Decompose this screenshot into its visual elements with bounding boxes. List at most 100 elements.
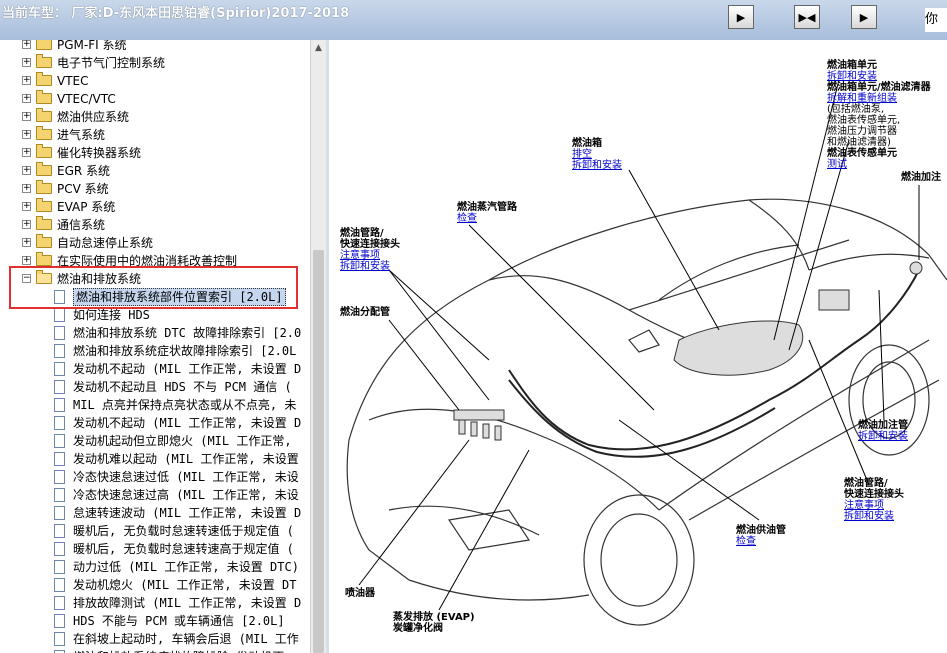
tree-folder-label: 进气系统	[57, 128, 106, 142]
expand-icon[interactable]: +	[22, 94, 31, 103]
scrollbar-thumb[interactable]	[313, 250, 324, 653]
link-inspect[interactable]: 检查	[736, 536, 786, 547]
expand-icon[interactable]: +	[22, 76, 31, 85]
tree-folder-row[interactable]: + PGM-FI 系统	[0, 40, 310, 54]
expand-icon[interactable]: +	[22, 112, 31, 121]
document-icon	[54, 344, 65, 358]
toolbar-collapse-button[interactable]: ▶◀	[794, 5, 820, 29]
link-notes[interactable]: 注意事项	[844, 500, 904, 511]
tree-folder-row[interactable]: + VTEC/VTC	[0, 90, 310, 108]
link-remove-install[interactable]: 拆卸和安装	[572, 160, 622, 171]
expand-icon[interactable]: +	[22, 148, 31, 157]
tree-folder-row[interactable]: + EVAP 系统	[0, 198, 310, 216]
tree-folder-row[interactable]: + 电子节气门控制系统	[0, 54, 310, 72]
expand-icon[interactable]: +	[22, 220, 31, 229]
link-drain[interactable]: 排空	[572, 149, 622, 160]
tree-folder-row[interactable]: + VTEC	[0, 72, 310, 90]
callout-title: 燃油箱单元/燃油滤清器	[827, 82, 931, 93]
tree-doc-row[interactable]: MIL 点亮并保持点亮状态或从不点亮, 未	[0, 396, 310, 414]
callout-title: 燃油管路/	[340, 228, 384, 239]
link-disassemble[interactable]: 拆解和重新组装	[827, 93, 931, 104]
callout-fuel-line-left: 燃油管路/ 快速连接接头 注意事项 拆卸和安装	[340, 228, 400, 272]
tree-doc-row[interactable]: 怠速转速波动 (MIL 工作正常, 未设置 D	[0, 504, 310, 522]
expand-icon[interactable]: +	[22, 202, 31, 211]
link-remove-install[interactable]: 拆卸和安装	[858, 431, 908, 442]
tree-folder-row[interactable]: + 进气系统	[0, 126, 310, 144]
toolbar-forward-button[interactable]: ▶	[851, 5, 877, 29]
tree-doc-row[interactable]: 动力过低 (MIL 工作正常, 未设置 DTC)	[0, 558, 310, 576]
tree-doc-row[interactable]: 排放故障测试 (MIL 工作正常, 未设置 D	[0, 594, 310, 612]
expand-icon[interactable]: +	[22, 256, 31, 265]
document-icon	[54, 326, 65, 340]
tree-doc-row[interactable]: 发动机熄火 (MIL 工作正常, 未设置 DT	[0, 576, 310, 594]
expand-icon[interactable]: +	[22, 130, 31, 139]
link-remove-install[interactable]: 拆卸和安装	[827, 71, 877, 82]
expand-icon[interactable]: +	[22, 184, 31, 193]
tree-folder-label: VTEC/VTC	[57, 92, 116, 106]
tree-doc-row[interactable]: 发动机难以起动 (MIL 工作正常, 未设置	[0, 450, 310, 468]
tree-doc-row[interactable]: 发动机不起动 (MIL 工作正常, 未设置 D	[0, 414, 310, 432]
tree-folder-row[interactable]: + EGR 系统	[0, 162, 310, 180]
document-icon	[54, 614, 65, 628]
scroll-up-icon[interactable]: ▲	[311, 40, 326, 56]
tree-folder-row[interactable]: + 燃油供应系统	[0, 108, 310, 126]
folder-icon	[36, 72, 52, 86]
tree-scrollbar[interactable]: ▲	[310, 40, 326, 653]
tree-doc-label: 发动机不起动 (MIL 工作正常, 未设置 D	[73, 416, 302, 430]
toolbar-next-button[interactable]: ▶	[728, 5, 754, 29]
link-remove-install[interactable]: 拆卸和安装	[340, 261, 400, 272]
tree-doc-row[interactable]: 冷态快速怠速过高 (MIL 工作正常, 未设	[0, 486, 310, 504]
tree-folder-label: EGR 系统	[57, 164, 111, 178]
tree-doc-label: MIL 点亮并保持点亮状态或从不点亮, 未	[73, 398, 297, 412]
tree-folder-label: 自动怠速停止系统	[57, 236, 154, 250]
expand-icon[interactable]: +	[22, 58, 31, 67]
link-inspect[interactable]: 检查	[457, 213, 517, 224]
tree-doc-row[interactable]: 发动机不起动且 HDS 不与 PCM 通信 (	[0, 378, 310, 396]
folder-icon	[36, 126, 52, 140]
document-icon	[54, 560, 65, 574]
expand-icon[interactable]: +	[22, 238, 31, 247]
tree-folder-label: 催化转换器系统	[57, 146, 142, 160]
callout-fuel-gauge-sensor: 燃油表传感单元 测试	[827, 148, 897, 170]
tree-folder-row[interactable]: + PCV 系统	[0, 180, 310, 198]
navigation-tree[interactable]: + PGM-FI 系统 + 电子节气门控制系统 + VTEC + VTEC/VTC + 燃油供应系…	[0, 40, 310, 653]
link-test[interactable]: 测试	[827, 159, 897, 170]
tree-folder-row[interactable]: + 自动怠速停止系统	[0, 234, 310, 252]
document-icon	[54, 596, 65, 610]
tree-doc-label: 怠速转速波动 (MIL 工作正常, 未设置 D	[73, 506, 302, 520]
tree-doc-label: 冷态快速怠速过高 (MIL 工作正常, 未设	[73, 488, 299, 502]
tree-folder-label: 燃油供应系统	[57, 110, 130, 124]
tree-folder-label: EVAP 系统	[57, 200, 116, 214]
callout-title: 炭罐净化阀	[393, 623, 443, 634]
folder-icon	[36, 234, 52, 248]
link-remove-install[interactable]: 拆卸和安装	[844, 511, 904, 522]
tree-doc-label: 燃油和排放系统 DTC 故障排除索引 [2.0	[73, 326, 302, 340]
tree-doc-row[interactable]: 燃油和排放系统 DTC 故障排除索引 [2.0	[0, 324, 310, 342]
folder-icon	[36, 108, 52, 122]
tree-doc-row[interactable]: 燃油和排放系统症状故障排除 发动机不	[0, 648, 310, 653]
tree-doc-row[interactable]: 在斜坡上起动时, 车辆会后退 (MIL 工作	[0, 630, 310, 648]
tree-folder-row[interactable]: + 通信系统	[0, 216, 310, 234]
tree-doc-row[interactable]: 发动机不起动 (MIL 工作正常, 未设置 D	[0, 360, 310, 378]
callout-fuel-tank-unit: 燃油箱单元 拆卸和安装	[827, 60, 877, 82]
tree-doc-row[interactable]: 暖机后, 无负载时怠速转速高于规定值 (	[0, 540, 310, 558]
callout-title: 燃油分配管	[340, 307, 390, 318]
tree-doc-label: HDS 不能与 PCM 或车辆通信 [2.0L]	[73, 614, 285, 628]
link-notes[interactable]: 注意事项	[340, 250, 400, 261]
tree-folder-row[interactable]: + 催化转换器系统	[0, 144, 310, 162]
expand-icon[interactable]: +	[22, 166, 31, 175]
document-icon	[54, 506, 65, 520]
tree-doc-row[interactable]: HDS 不能与 PCM 或车辆通信 [2.0L]	[0, 612, 310, 630]
tree-doc-label: 燃油和排放系统症状故障排除 发动机不	[73, 648, 284, 653]
document-icon	[54, 308, 65, 322]
expand-icon[interactable]: +	[22, 40, 31, 49]
tree-doc-row[interactable]: 冷态快速怠速过低 (MIL 工作正常, 未设	[0, 468, 310, 486]
tree-doc-row[interactable]: 发动机起动但立即熄火 (MIL 工作正常,	[0, 432, 310, 450]
callout-title: 快速连接接头	[340, 239, 400, 250]
callout-injector: 喷油器	[345, 588, 375, 599]
callout-fuel-rail: 燃油分配管	[340, 307, 390, 318]
tree-doc-row[interactable]: 暖机后, 无负载时怠速转速低于规定值 (	[0, 522, 310, 540]
callout-note: 燃油表传感单元,	[827, 115, 901, 126]
tree-doc-row[interactable]: 燃油和排放系统症状故障排除索引 [2.0L	[0, 342, 310, 360]
document-icon	[54, 362, 65, 376]
